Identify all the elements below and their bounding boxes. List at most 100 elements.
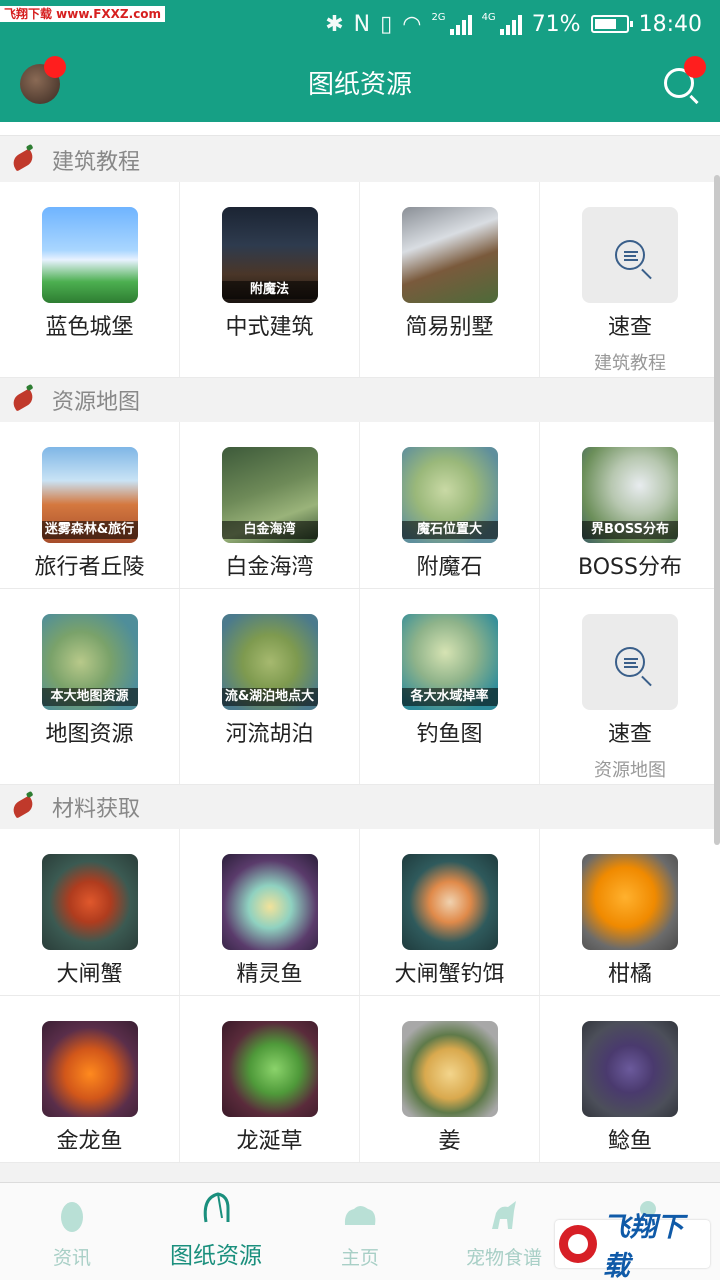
tile-thumbnail	[401, 1021, 498, 1117]
chili-pepper-icon	[9, 388, 37, 412]
app-header: 图纸资源	[0, 48, 720, 122]
signal-icon	[449, 13, 472, 35]
tile-label: 速查	[607, 315, 652, 340]
notification-dot	[44, 56, 66, 78]
tile-label: BOSS分布	[578, 555, 682, 580]
bluetooth-icon: ✱	[325, 11, 344, 37]
grid-row: 本大地图资源 地图资源 流&湖泊地点大 河流胡泊 各大水域掉率 钓鱼图 速查 资源地图	[0, 589, 720, 785]
status-bar: 飞翔下载 www.FXXZ.com ✱ N ▯ ◠ 2G 4G 71% 18:4…	[0, 0, 720, 48]
signal-icon	[499, 13, 522, 35]
grid-tile[interactable]: 流&湖泊地点大 河流胡泊	[180, 589, 360, 784]
battery-icon	[590, 15, 633, 33]
pet-icon	[486, 1195, 522, 1235]
tile-thumbnail: 流&湖泊地点大	[221, 614, 318, 710]
brand-logo-icon	[559, 1225, 597, 1263]
section-header: 资源地图	[0, 378, 720, 422]
nav-tab-label: 图纸资源	[170, 1243, 262, 1269]
section-header: 材料获取	[0, 785, 720, 829]
nav-tab-label: 主页	[340, 1247, 379, 1269]
tile-label: 简易别墅	[405, 315, 494, 340]
grid-tile[interactable]: 迷雾森林&旅行 旅行者丘陵	[0, 422, 180, 588]
tile-label: 大闸蟹	[56, 962, 123, 987]
tile-thumbnail	[41, 207, 138, 303]
thumbnail-caption: 本大地图资源	[41, 688, 138, 706]
egg-icon	[54, 1195, 90, 1235]
tile-thumbnail	[582, 1021, 678, 1117]
grid-row: 迷雾森林&旅行 旅行者丘陵 白金海湾 白金海湾 魔石位置大 附魔石 界BOSS分布 BOSS分…	[0, 422, 720, 589]
resource-list[interactable]: 建筑教程 蓝色城堡 附魔法 中式建筑 简易别墅 速查 建筑教程 资源地图 迷雾森林&旅行 旅行者丘…	[0, 138, 720, 1182]
grid-tile[interactable]: 鲶鱼	[540, 996, 720, 1162]
grid-tile[interactable]: 蓝色城堡	[0, 182, 180, 377]
header-divider	[0, 122, 720, 136]
tile-thumbnail	[582, 854, 678, 950]
thumbnail-caption: 魔石位置大	[401, 521, 498, 539]
tile-label: 速查	[607, 722, 652, 747]
tile-label: 精灵鱼	[236, 962, 303, 987]
nfc-icon: N	[353, 11, 371, 37]
home-blob-icon	[342, 1195, 378, 1235]
grid-tile[interactable]: 大闸蟹	[0, 829, 180, 995]
grid-tile[interactable]: 速查 建筑教程	[540, 182, 720, 377]
magnifier-icon	[615, 240, 645, 270]
tile-label: 附魔石	[416, 555, 483, 580]
grid-row: 金龙鱼 龙涎草 姜 鲶鱼	[0, 996, 720, 1163]
tile-label: 蓝色城堡	[45, 315, 134, 340]
grid-tile[interactable]: 本大地图资源地图资源	[0, 589, 180, 784]
tile-thumbnail: 魔石位置大	[401, 447, 498, 543]
tile-sublabel: 资源地图	[594, 760, 666, 781]
thumbnail-caption: 白金海湾	[221, 521, 318, 539]
tile-thumbnail: 各大水域掉率	[401, 614, 498, 710]
network-type-label: 2G	[431, 12, 446, 23]
chili-pepper-icon	[9, 148, 37, 172]
tile-thumbnail	[401, 207, 498, 303]
quick-search-thumb	[582, 614, 678, 710]
brand-text: 飞翔下载	[602, 1212, 684, 1280]
tile-label: 柑橘	[607, 962, 652, 987]
tile-thumbnail: 白金海湾	[221, 447, 318, 543]
grid-tile[interactable]: 柑橘	[540, 829, 720, 995]
tile-thumbnail: 附魔法	[221, 207, 318, 303]
tile-label: 龙涎草	[236, 1129, 303, 1154]
tile-thumbnail	[221, 1021, 318, 1117]
grid-tile[interactable]: 简易别墅	[360, 182, 540, 377]
scrollbar[interactable]	[714, 175, 720, 845]
grid-tile[interactable]: 速查 资源地图	[540, 589, 720, 784]
nav-tab[interactable]: 图纸资源	[144, 1183, 288, 1280]
tile-label: 姜	[438, 1129, 461, 1154]
grid-tile[interactable]: 姜	[360, 996, 540, 1162]
page-title: 图纸资源	[307, 70, 412, 100]
nav-tab[interactable]: 资讯	[0, 1183, 144, 1280]
tile-label: 白金海湾	[225, 555, 314, 580]
grid-tile[interactable]: 魔石位置大 附魔石	[360, 422, 540, 588]
section-header: 建筑教程	[0, 138, 720, 182]
tile-label: 金龙鱼	[56, 1129, 123, 1154]
watermark-text: 飞翔下载 www.FXXZ.com	[0, 6, 166, 22]
tile-label: 中式建筑	[225, 315, 314, 340]
tile-thumbnail	[221, 854, 318, 950]
grid-tile[interactable]: 界BOSS分布 BOSS分布	[540, 422, 720, 588]
nav-tab-label: 宠物食谱	[465, 1247, 542, 1269]
thumbnail-caption: 界BOSS分布	[582, 521, 678, 539]
grid-tile[interactable]: 大闸蟹钓饵	[360, 829, 540, 995]
section-title: 资源地图	[52, 390, 141, 415]
grid-row: 蓝色城堡 附魔法 中式建筑 简易别墅 速查 建筑教程	[0, 182, 720, 378]
battery-percent: 71%	[531, 11, 581, 37]
tile-label: 大闸蟹钓饵	[394, 962, 505, 987]
tile-label: 地图资源	[45, 722, 134, 747]
grid-tile[interactable]: 各大水域掉率 钓鱼图	[360, 589, 540, 784]
magnifier-icon	[615, 647, 645, 677]
thumbnail-caption: 各大水域掉率	[401, 688, 498, 706]
grid-tile[interactable]: 金龙鱼	[0, 996, 180, 1162]
tile-thumbnail: 迷雾森林&旅行	[41, 447, 138, 543]
grid-tile[interactable]: 附魔法 中式建筑	[180, 182, 360, 377]
chili-pepper-icon	[9, 795, 37, 819]
nav-tab[interactable]: 主页	[288, 1183, 432, 1280]
grid-tile[interactable]: 白金海湾 白金海湾	[180, 422, 360, 588]
tile-thumbnail: 本大地图资源	[41, 614, 138, 710]
wifi-icon: ◠	[402, 11, 422, 37]
grid-tile[interactable]: 精灵鱼	[180, 829, 360, 995]
tile-label: 鲶鱼	[607, 1129, 652, 1154]
grid-tile[interactable]: 龙涎草	[180, 996, 360, 1162]
vibrate-icon: ▯	[380, 11, 393, 37]
hook-icon	[198, 1188, 234, 1228]
